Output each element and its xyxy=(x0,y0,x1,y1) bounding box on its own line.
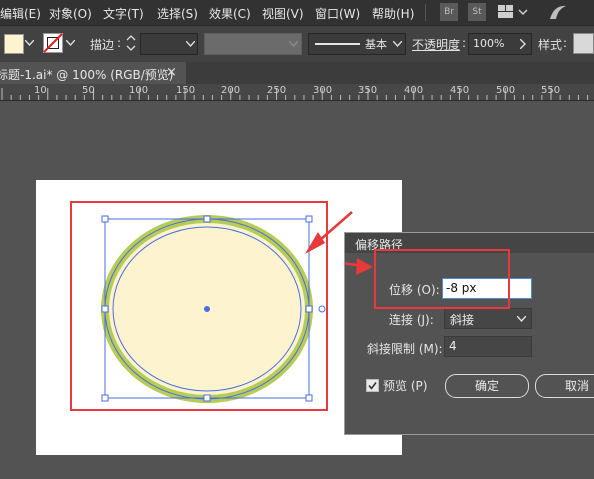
center-point xyxy=(204,306,210,312)
annotation-box-offset xyxy=(374,249,510,309)
anchor-point xyxy=(318,305,326,313)
annotation-arrowhead xyxy=(305,232,325,254)
offset-path-dialog: 偏移路径 位移 (O): -8 px 连接 (J): 斜接 斜接限制 (M): … xyxy=(344,232,594,435)
dialog-annotations xyxy=(345,249,510,309)
annotation-arrowhead xyxy=(356,258,373,275)
